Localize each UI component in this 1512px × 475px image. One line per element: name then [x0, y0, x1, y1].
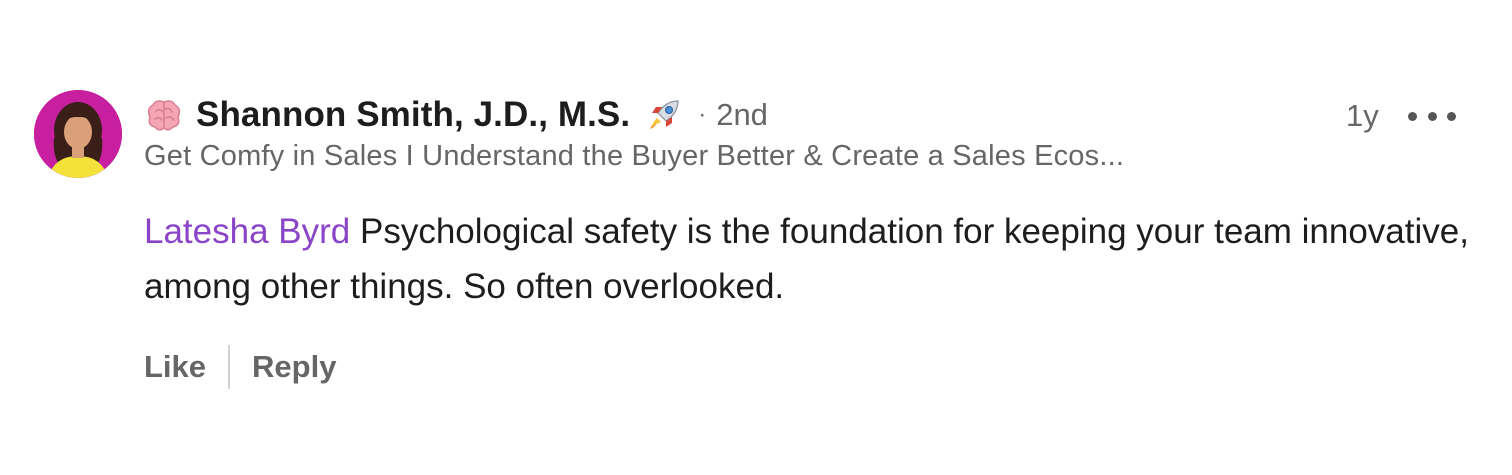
comment-actions: Like Reply — [144, 344, 336, 390]
mention-link[interactable]: Latesha Byrd — [144, 212, 350, 251]
more-horizontal-icon-dot — [1447, 111, 1456, 121]
more-options-button[interactable] — [1408, 104, 1456, 128]
action-divider — [228, 345, 231, 389]
avatar-image — [34, 90, 122, 178]
avatar[interactable] — [34, 90, 122, 178]
connection-separator: · — [698, 101, 707, 128]
reply-button[interactable]: Reply — [252, 349, 336, 385]
author-name[interactable]: Shannon Smith, J.D., M.S. — [196, 95, 630, 135]
comment-body: Latesha Byrd Psychological safety is the… — [144, 204, 1494, 314]
rocket-icon — [650, 100, 679, 129]
comment-timestamp: 1y — [1346, 98, 1379, 133]
author-headline: Get Comfy in Sales I Understand the Buye… — [144, 140, 1125, 172]
more-horizontal-icon — [1408, 111, 1417, 121]
connection-degree: 2nd — [716, 97, 768, 132]
comment-header: Shannon Smith, J.D., M.S. · 2nd — [144, 92, 768, 138]
more-horizontal-icon-dot — [1427, 111, 1437, 121]
brain-icon — [147, 100, 181, 131]
comment-card: Shannon Smith, J.D., M.S. · 2nd 1y Get C… — [0, 0, 1512, 475]
like-button[interactable]: Like — [144, 349, 206, 385]
